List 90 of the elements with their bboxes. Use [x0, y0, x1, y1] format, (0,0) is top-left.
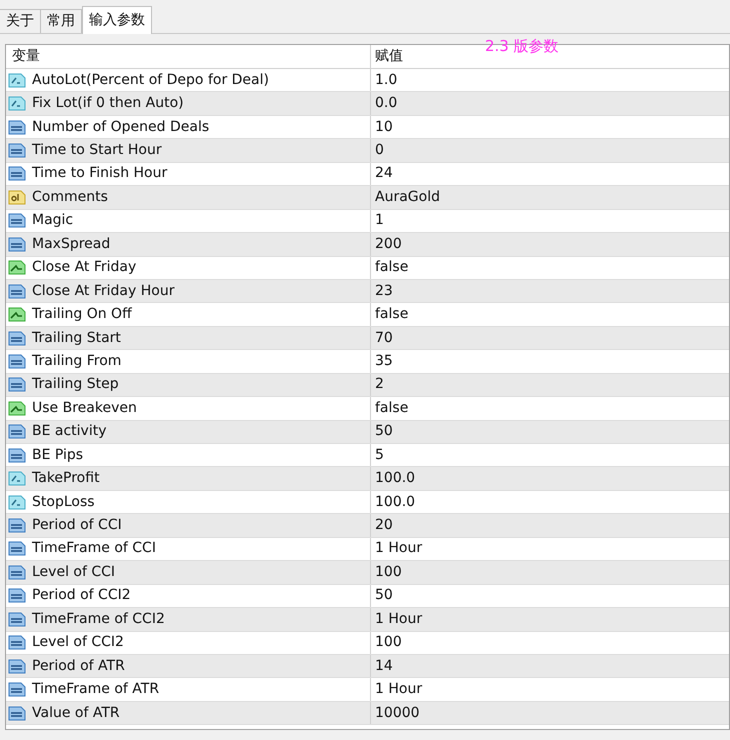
parameter-name: Time to Finish Hour — [32, 164, 168, 184]
parameter-type-icon — [8, 72, 26, 89]
parameter-type-icon — [8, 470, 26, 488]
parameter-type-icon — [8, 306, 26, 324]
parameter-name: AutoLot(Percent of Depo for Deal) — [32, 70, 269, 90]
tab[interactable]: 输入参数 — [82, 6, 152, 34]
parameter-name: BE activity — [32, 422, 107, 442]
parameter-type-icon — [8, 282, 26, 300]
parameter-value[interactable]: false — [371, 303, 729, 326]
parameter-value[interactable]: 0 — [371, 139, 729, 162]
parameter-value[interactable]: 200 — [371, 233, 729, 256]
parameter-value[interactable]: 1 Hour — [371, 608, 729, 630]
parameter-name: MaxSpread — [32, 234, 110, 254]
parameter-value[interactable]: 50 — [371, 584, 729, 608]
parameter-value[interactable]: 10000 — [371, 702, 729, 724]
parameter-type-icon — [8, 330, 26, 347]
parameter-name: Number of Opened Deals — [32, 118, 210, 137]
parameter-type-icon — [8, 681, 26, 698]
parameter-value[interactable]: 5 — [371, 444, 729, 466]
parameter-type-icon — [8, 142, 26, 160]
parameter-value[interactable]: 100 — [371, 632, 729, 654]
parameter-value[interactable]: 14 — [371, 654, 729, 678]
parameter-type-icon — [8, 704, 26, 722]
parameter-value[interactable]: 100.0 — [371, 490, 729, 514]
parameter-name: Trailing Start — [32, 328, 121, 348]
parameter-name: Use Breakeven — [32, 398, 137, 418]
parameter-type-icon — [8, 610, 26, 628]
parameter-type-icon — [8, 587, 26, 604]
parameter-type-icon — [8, 423, 26, 440]
parameter-type-icon — [8, 494, 26, 511]
parameter-type-icon — [8, 634, 26, 652]
parameter-name: StopLoss — [32, 492, 95, 512]
parameter-value[interactable]: 23 — [371, 280, 729, 302]
parameter-value[interactable]: 70 — [371, 326, 729, 350]
parameter-name: Time to Start Hour — [32, 141, 162, 160]
parameter-type-icon — [8, 376, 26, 394]
parameter-value[interactable]: 1.0 — [371, 69, 729, 92]
column-header[interactable]: 变量 — [12, 46, 40, 67]
parameter-value[interactable]: 10 — [371, 116, 729, 138]
parameter-name: Level of CCI — [32, 562, 116, 582]
parameter-value[interactable]: false — [371, 256, 729, 279]
parameter-value[interactable]: 1 Hour — [371, 678, 729, 701]
parameter-type-icon — [8, 188, 26, 206]
parameter-name: Trailing From — [32, 352, 122, 371]
parameter-type-icon — [8, 259, 26, 276]
parameter-type-icon — [8, 564, 26, 581]
parameter-name: Close At Friday — [32, 258, 136, 278]
parameter-name: Period of CCI — [32, 516, 122, 536]
tab[interactable]: 常用 — [41, 9, 82, 33]
parameter-type-icon — [8, 517, 26, 534]
parameter-type-icon — [8, 658, 26, 675]
parameter-value[interactable]: 24 — [371, 162, 729, 186]
parameter-type-icon — [8, 118, 26, 136]
parameter-type-icon — [8, 400, 26, 417]
parameter-type-icon — [8, 540, 26, 558]
parameter-type-icon — [8, 165, 26, 182]
parameter-type-icon — [8, 95, 26, 112]
parameter-name: TakeProfit — [32, 469, 100, 488]
parameter-value[interactable]: 100 — [371, 561, 729, 584]
column-header[interactable]: 赋值 — [375, 46, 403, 67]
parameter-value[interactable]: 0.0 — [371, 92, 729, 115]
parameter-value[interactable]: 20 — [371, 514, 729, 537]
parameter-value[interactable]: 1 — [371, 210, 729, 232]
parameter-value[interactable]: 2 — [371, 374, 729, 396]
parameter-name: Trailing Step — [32, 375, 119, 394]
parameter-value[interactable]: 50 — [371, 420, 729, 443]
parameter-name: TimeFrame of ATR — [32, 680, 160, 700]
annotation-text: 2.3 版参数 — [485, 36, 559, 57]
parameter-type-icon — [8, 236, 26, 253]
parameter-value[interactable]: 35 — [371, 350, 729, 373]
parameter-name: Level of CCI2 — [32, 633, 124, 652]
parameter-name: Comments — [32, 188, 108, 207]
parameter-name: Value of ATR — [32, 704, 120, 723]
parameter-name: BE Pips — [32, 446, 84, 465]
parameter-name: Magic — [32, 211, 74, 230]
parameter-name: Trailing On Off — [32, 305, 132, 324]
parameter-name: TimeFrame of CCI — [32, 539, 156, 558]
parameter-value[interactable]: 100.0 — [371, 467, 729, 490]
tab[interactable]: 关于 — [0, 9, 41, 33]
parameter-value[interactable]: AuraGold — [371, 186, 729, 209]
parameter-name: Period of ATR — [32, 656, 125, 676]
parameter-name: Close At Friday Hour — [32, 282, 174, 301]
parameter-name: Period of CCI2 — [32, 586, 131, 606]
parameter-name: TimeFrame of CCI2 — [32, 610, 165, 629]
parameter-value[interactable]: 1 Hour — [371, 538, 729, 560]
parameter-type-icon — [8, 352, 26, 370]
parameter-value[interactable]: false — [371, 397, 729, 420]
parameter-name: Fix Lot(if 0 then Auto) — [32, 94, 184, 114]
parameter-type-icon — [8, 212, 26, 230]
parameter-type-icon — [8, 446, 26, 464]
